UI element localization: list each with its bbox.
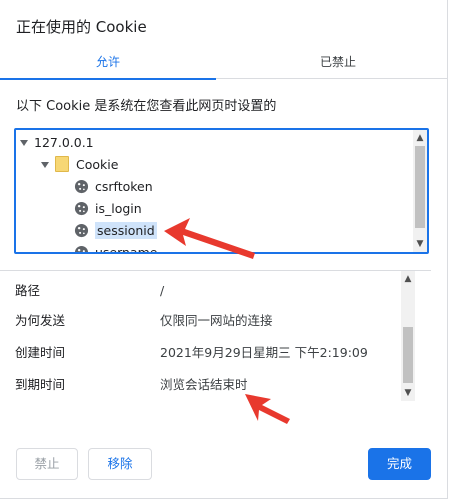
tree-folder-row[interactable]: Cookie <box>41 154 118 176</box>
site-label: 127.0.0.1 <box>34 135 94 150</box>
tree-cookie-row[interactable]: username <box>74 242 158 254</box>
cookie-label: csrftoken <box>95 179 153 194</box>
tree-cookie-row[interactable]: is_login <box>74 198 142 220</box>
scroll-up-icon[interactable]: ▲ <box>403 273 413 285</box>
cookie-tree[interactable]: 127.0.0.1 Cookie csrftoken is_login sess… <box>14 128 429 254</box>
cookie-icon <box>74 179 89 193</box>
detail-value: 仅限同一网站的连接 <box>160 313 273 328</box>
tab-bar: 允许 已禁止 <box>0 48 447 80</box>
scroll-thumb[interactable] <box>403 327 413 383</box>
expand-caret-icon[interactable] <box>20 139 28 146</box>
done-button[interactable]: 完成 <box>368 448 431 480</box>
detail-label: 路径 <box>15 283 41 298</box>
expand-caret-icon[interactable] <box>41 161 49 168</box>
scroll-down-icon[interactable]: ▼ <box>415 238 425 250</box>
dialog-title: 正在使用的 Cookie <box>16 18 147 36</box>
remove-button[interactable]: 移除 <box>88 448 152 480</box>
folder-label: Cookie <box>76 157 119 172</box>
tree-cookie-row[interactable]: csrftoken <box>74 176 153 198</box>
scroll-down-icon[interactable]: ▼ <box>403 387 413 399</box>
details-scrollbar[interactable]: ▲ ▼ <box>401 271 415 401</box>
detail-value: 2021年9月29日星期三 下午2:19:09 <box>160 345 368 360</box>
tree-scrollbar[interactable]: ▲ ▼ <box>413 130 427 252</box>
tree-site-row[interactable]: 127.0.0.1 <box>20 132 94 154</box>
detail-value: 浏览会话结束时 <box>160 377 248 392</box>
detail-label: 为何发送 <box>15 313 66 328</box>
detail-label: 创建时间 <box>15 345 66 360</box>
detail-row-path: 路径 / <box>0 279 415 303</box>
cookies-dialog: 正在使用的 Cookie 允许 已禁止 以下 Cookie 是系统在您查看此网页… <box>0 0 448 499</box>
cookie-icon <box>74 201 89 215</box>
cookie-icon <box>74 245 89 252</box>
cookie-description: 以下 Cookie 是系统在您查看此网页时设置的 <box>16 99 277 114</box>
cookie-details: 路径 / 为何发送 仅限同一网站的连接 创建时间 2021年9月29日星期三 下… <box>0 270 431 401</box>
cookie-label: is_login <box>95 201 142 216</box>
detail-row-expires: 到期时间 浏览会话结束时 <box>0 373 415 397</box>
detail-value: / <box>160 283 165 298</box>
detail-label: 到期时间 <box>15 377 66 392</box>
scroll-thumb[interactable] <box>415 146 425 228</box>
tree-cookie-row-selected[interactable]: sessionid <box>74 220 157 242</box>
folder-icon <box>55 156 69 172</box>
cookie-label: sessionid <box>95 222 157 239</box>
scroll-up-icon[interactable]: ▲ <box>415 132 425 144</box>
detail-row-created: 创建时间 2021年9月29日星期三 下午2:19:09 <box>0 341 415 365</box>
block-button[interactable]: 禁止 <box>16 448 78 480</box>
tab-blocked[interactable]: 已禁止 <box>230 48 446 78</box>
tab-allowed[interactable]: 允许 <box>0 48 216 80</box>
detail-row-send-for: 为何发送 仅限同一网站的连接 <box>0 309 415 333</box>
cookie-label: username <box>95 245 158 254</box>
cookie-icon <box>74 223 89 237</box>
